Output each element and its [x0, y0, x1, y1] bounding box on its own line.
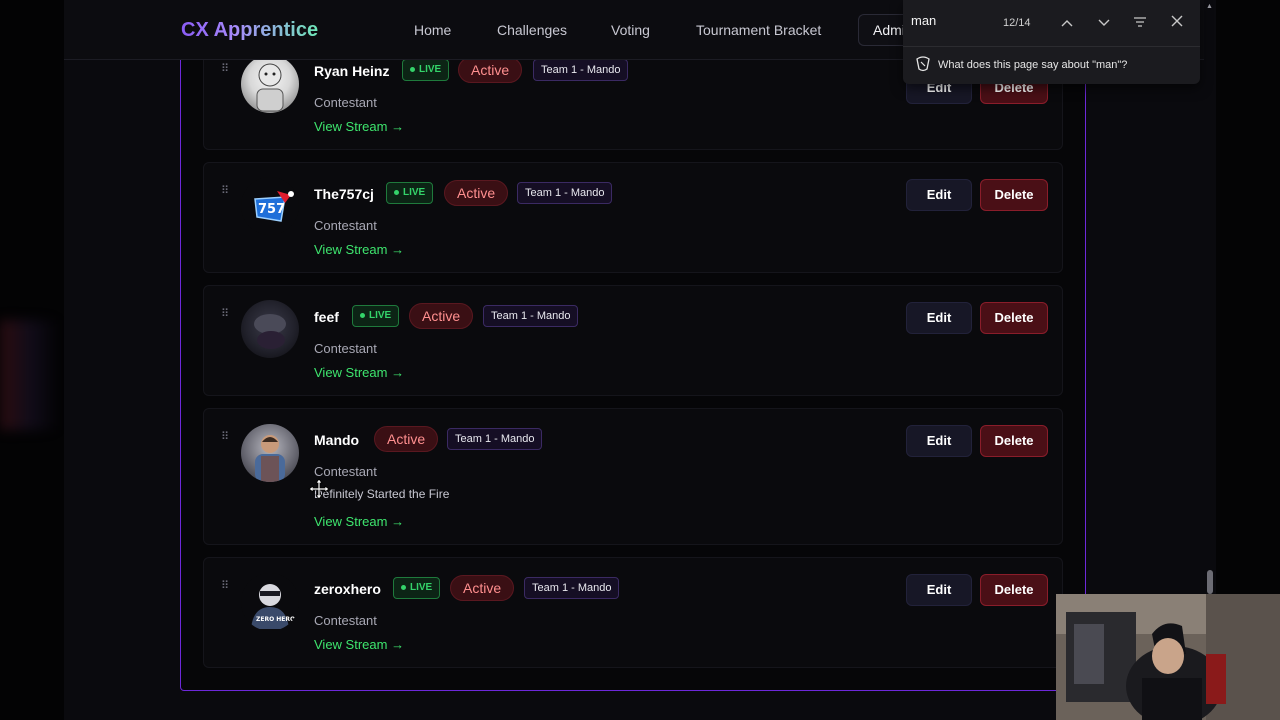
- nav-voting[interactable]: Voting: [611, 22, 650, 38]
- edit-button[interactable]: Edit: [906, 302, 972, 334]
- filter-glyph: [1134, 17, 1146, 27]
- contestant-card: ⠿ ZERO HERO zeroxhero LIVE Active Team 1…: [203, 557, 1063, 668]
- avatar: 757: [241, 177, 299, 235]
- background-right: [1216, 0, 1280, 594]
- chevron-up-glyph: [1061, 20, 1073, 27]
- avatar-image: ZERO HERO: [251, 584, 295, 629]
- edit-button[interactable]: Edit: [906, 574, 972, 606]
- live-dot-icon: [394, 189, 399, 195]
- webcam-overlay: [1056, 594, 1280, 720]
- avatar-image: 757: [254, 191, 294, 222]
- avatar: [241, 424, 299, 482]
- live-badge: LIVE: [352, 305, 400, 327]
- contestant-role: Contestant: [314, 95, 377, 110]
- live-badge: LIVE: [386, 182, 434, 204]
- scrollbar-thumb[interactable]: [1207, 570, 1213, 594]
- drag-handle-icon[interactable]: ⠿: [221, 579, 229, 592]
- edit-button[interactable]: Edit: [906, 425, 972, 457]
- contestant-role: Contestant: [314, 341, 377, 356]
- move-cursor-icon: [308, 478, 330, 500]
- status-badge: Active: [374, 426, 439, 452]
- contestant-name: zeroxhero: [314, 581, 381, 597]
- contestant-role: Contestant: [314, 218, 377, 233]
- status-badge: Active: [458, 57, 523, 83]
- delete-button[interactable]: Delete: [980, 425, 1048, 457]
- live-dot-icon: [360, 312, 365, 318]
- view-stream-link[interactable]: View Stream →: [314, 119, 404, 134]
- contestant-name: The757cj: [314, 186, 374, 202]
- close-glyph: [1171, 15, 1183, 27]
- page: ⠿ Ryan Heinz LIVE Active Team 1 - Mando …: [0, 0, 1280, 720]
- find-match-count: 12/14: [1003, 17, 1031, 29]
- contestant-card: ⠿ 757 The757cj LIVE Active Team 1 - Mand…: [203, 162, 1063, 273]
- live-dot-icon: [401, 584, 406, 590]
- team-badge: Team 1 - Mando: [483, 305, 579, 327]
- contestant-role: Contestant: [314, 613, 377, 628]
- team-badge: Team 1 - Mando: [517, 182, 613, 204]
- background-left: [0, 0, 64, 720]
- nav-challenges[interactable]: Challenges: [497, 22, 567, 38]
- svg-text:757: 757: [258, 202, 285, 217]
- live-badge-label: LIVE: [403, 187, 426, 198]
- team-badge: Team 1 - Mando: [524, 577, 620, 599]
- contestant-card: ⠿ Mando Active Team 1 - Mando Contestant…: [203, 408, 1063, 545]
- avatar: ZERO HERO: [241, 573, 299, 631]
- view-stream-link[interactable]: View Stream →: [314, 637, 404, 652]
- webcam-image: [1056, 594, 1280, 720]
- site-logo[interactable]: CX Apprentice: [181, 19, 318, 42]
- live-badge: LIVE: [393, 577, 441, 599]
- contestant-name: Mando: [314, 432, 360, 448]
- nav-tournament-bracket[interactable]: Tournament Bracket: [696, 22, 821, 38]
- status-badge: Active: [409, 303, 474, 329]
- contestant-name: feef: [314, 309, 339, 325]
- edit-button[interactable]: Edit: [906, 179, 972, 211]
- avatar-image: [256, 63, 284, 112]
- find-input[interactable]: man: [911, 13, 936, 28]
- delete-button[interactable]: Delete: [980, 179, 1048, 211]
- live-dot-icon: [410, 66, 415, 72]
- ask-copilot-link[interactable]: What does this page say about "man"?: [938, 59, 1127, 71]
- chevron-up-icon[interactable]: [1056, 12, 1078, 34]
- find-bar: man 12/14 What does this page say about …: [903, 0, 1200, 84]
- svg-text:ZERO HERO: ZERO HERO: [256, 616, 295, 623]
- scroll-up-icon[interactable]: ▲: [1206, 3, 1213, 10]
- contestant-card: ⠿ feef LIVE Active Team 1 - Mando Contes…: [203, 285, 1063, 396]
- status-badge: Active: [444, 180, 509, 206]
- contestant-name: Ryan Heinz: [314, 63, 390, 79]
- avatar: [241, 300, 299, 358]
- background-smear: [0, 320, 60, 430]
- nav-home[interactable]: Home: [414, 22, 451, 38]
- copilot-icon: [916, 56, 930, 72]
- team-badge: Team 1 - Mando: [447, 428, 543, 450]
- view-stream-link[interactable]: View Stream →: [314, 365, 404, 380]
- drag-handle-icon[interactable]: ⠿: [221, 307, 229, 320]
- contestant-role: Contestant: [314, 464, 377, 479]
- live-badge-label: LIVE: [410, 582, 433, 593]
- live-badge-label: LIVE: [419, 64, 442, 75]
- avatar-image: [255, 435, 285, 482]
- view-stream-link[interactable]: View Stream →: [314, 514, 404, 529]
- view-stream-link[interactable]: View Stream →: [314, 242, 404, 257]
- drag-handle-icon[interactable]: ⠿: [221, 430, 229, 443]
- avatar: [241, 55, 299, 113]
- close-icon[interactable]: [1166, 12, 1188, 34]
- live-badge: LIVE: [402, 59, 450, 81]
- status-badge: Active: [450, 575, 515, 601]
- chevron-down-icon[interactable]: [1093, 12, 1115, 34]
- live-badge-label: LIVE: [369, 310, 392, 321]
- team-badge: Team 1 - Mando: [533, 59, 629, 81]
- filter-icon[interactable]: [1129, 12, 1151, 34]
- drag-handle-icon[interactable]: ⠿: [221, 184, 229, 197]
- find-divider: [903, 46, 1200, 47]
- contestant-description: Definitely Started the Fire: [314, 487, 450, 501]
- chevron-down-glyph: [1098, 19, 1110, 26]
- avatar-image: [254, 314, 286, 349]
- delete-button[interactable]: Delete: [980, 302, 1048, 334]
- delete-button[interactable]: Delete: [980, 574, 1048, 606]
- drag-handle-icon[interactable]: ⠿: [221, 62, 229, 75]
- nav-admin[interactable]: Admin: [858, 14, 906, 46]
